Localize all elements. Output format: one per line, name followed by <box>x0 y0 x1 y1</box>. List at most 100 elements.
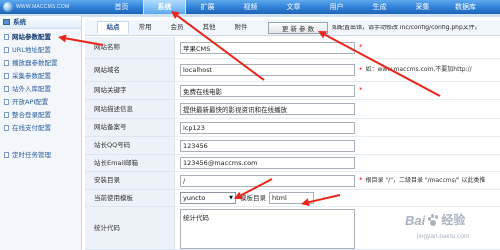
form-row-site-name: 网站名称 * <box>85 37 500 59</box>
field-hint: 如：www.maccms.com,不要加http:// <box>365 66 472 73</box>
tab-article[interactable]: 文章 <box>272 0 315 14</box>
required-mark: * <box>359 176 363 184</box>
tab-generate[interactable]: 生成 <box>358 0 401 14</box>
baidu-paw-icon <box>427 214 439 226</box>
logo-text: WWW.MACCMS.COM <box>16 3 70 10</box>
site-name-input[interactable] <box>180 41 355 54</box>
paw-pad <box>430 220 437 226</box>
sidebar-item-login-integration[interactable]: 整合登录配置 <box>0 109 81 121</box>
sidebar-item-label: 采集参数配置 <box>12 71 51 80</box>
watermark-brand: Bai 经验 <box>405 212 465 228</box>
site-description-input[interactable] <box>180 103 355 115</box>
sidebar-item-open-api[interactable]: 开放API配置 <box>0 96 81 108</box>
subtab-attachment[interactable]: 附件 <box>225 21 257 34</box>
form-row-site-description: 网站描述信息 <box>85 100 500 119</box>
field-label: 网站描述信息 <box>85 100 175 119</box>
baidu-jingyan-watermark: Bai 经验 jingyan.baidu.com <box>405 212 495 248</box>
field-hint: 根目录 "/"，二级目录 "/maccms/" 以此类推 <box>365 176 486 184</box>
sidebar-item-label: 整合登录配置 <box>12 110 51 119</box>
field-label: 统计代码 <box>85 207 175 250</box>
sidebar-item-label: 在线支付配置 <box>12 123 51 132</box>
config-error-hint: 如配置出错，请手动修改 inc/config/config.php文件。 <box>332 24 481 31</box>
template-select[interactable]: yuncto ▼ <box>180 192 236 204</box>
logo[interactable]: WWW.MACCMS.COM <box>3 1 95 13</box>
subtab-member[interactable]: 会员 <box>161 21 193 34</box>
update-params-button[interactable]: 更 新 参 数 <box>268 21 328 34</box>
site-keywords-input[interactable] <box>180 84 355 97</box>
page-icon <box>4 60 9 66</box>
page-icon <box>4 47 9 53</box>
form-row-icp-number: 网站备案号 <box>85 119 500 137</box>
field-value-cell <box>175 155 500 172</box>
sidebar-header[interactable]: 系统 <box>0 16 81 29</box>
form-row-template: 当前使用模板 yuncto ▼ 模板目录 <box>85 190 500 207</box>
paw-toe <box>431 214 435 218</box>
field-value-cell <box>175 119 500 137</box>
field-value-cell <box>175 137 500 155</box>
subtab-common[interactable]: 常用 <box>129 21 161 34</box>
sidebar-item-external-import[interactable]: 站外入库配置 <box>0 83 81 95</box>
sidebar-item-label: 站外入库配置 <box>12 84 51 93</box>
site-domain-input[interactable] <box>180 64 355 76</box>
sidebar-item-site-params[interactable]: 网站参数配置 <box>0 31 81 43</box>
tab-database[interactable]: 数据库 <box>444 0 487 14</box>
chevron-down-icon: ▼ <box>229 194 233 201</box>
form-row-install-dir: 安装目录 * 根目录 "/"，二级目录 "/maccms/" 以此类推 <box>85 172 500 190</box>
paw-toe <box>435 215 439 219</box>
stats-code-textarea[interactable]: 统计代码 <box>180 209 355 249</box>
sidebar-item-label: 开放API配置 <box>12 97 49 106</box>
form-row-admin-qq: 站长QQ号码 <box>85 137 500 155</box>
page-icon <box>4 125 9 131</box>
field-label: 当前使用模板 <box>85 190 175 207</box>
admin-email-input[interactable] <box>180 157 355 169</box>
folder-icon <box>3 19 10 25</box>
subtab-site[interactable]: 站点 <box>97 21 129 34</box>
logo-icon <box>3 2 13 12</box>
watermark-brand-left: Bai <box>405 212 426 228</box>
sidebar-item-label: 网站参数配置 <box>12 32 51 41</box>
required-mark: * <box>359 86 363 94</box>
tab-extensions[interactable]: 扩展 <box>186 0 229 14</box>
tab-home[interactable]: 首页 <box>100 0 143 14</box>
icp-number-input[interactable] <box>180 121 355 134</box>
sidebar-item-url-config[interactable]: URL地址配置 <box>0 44 81 56</box>
form-row-site-keywords: 网站关键字 * <box>85 82 500 100</box>
required-mark: * <box>359 65 363 74</box>
field-label: 安装目录 <box>85 172 175 190</box>
template-dir-label: 模板目录 <box>240 193 266 202</box>
subtab-other[interactable]: 其他 <box>193 21 225 34</box>
sidebar-item-label: 播放器参数配置 <box>12 58 58 67</box>
tab-video[interactable]: 视频 <box>229 0 272 14</box>
watermark-url: jingyan.baidu.com <box>417 233 470 240</box>
tab-user[interactable]: 用户 <box>315 0 358 14</box>
field-label: 网站关键字 <box>85 82 175 100</box>
admin-qq-input[interactable] <box>180 139 355 152</box>
sidebar-item-label: 定时任务管理 <box>12 150 51 159</box>
page-icon <box>4 73 9 79</box>
sidebar-item-collect-config[interactable]: 采集参数配置 <box>0 70 81 82</box>
field-value-cell: * 根目录 "/"，二级目录 "/maccms/" 以此类推 <box>175 172 500 190</box>
sidebar: 系统 网站参数配置 URL地址配置 播放器参数配置 采集参数配置 站外入库配置 … <box>0 16 82 250</box>
sidebar-item-label: URL地址配置 <box>12 45 51 54</box>
sidebar-item-online-payment[interactable]: 在线支付配置 <box>0 122 81 134</box>
field-label: 网站域名 <box>85 59 175 82</box>
watermark-brand-right: 经验 <box>441 213 466 227</box>
field-value-cell: yuncto ▼ 模板目录 <box>175 190 500 207</box>
field-value-cell <box>175 100 500 119</box>
tab-collect[interactable]: 采集 <box>401 0 444 14</box>
form-row-admin-email: 站长Email邮箱 <box>85 155 500 172</box>
sidebar-item-scheduled-tasks[interactable]: 定时任务管理 <box>0 149 81 161</box>
template-dir-input[interactable] <box>269 192 314 204</box>
sidebar-title: 系统 <box>13 17 26 26</box>
page-icon <box>4 99 9 105</box>
field-value-cell: * 如：www.maccms.com,不要加http:// <box>175 59 500 82</box>
form-row-site-domain: 网站域名 * 如：www.maccms.com,不要加http:// <box>85 59 500 82</box>
template-select-value: yuncto <box>183 193 206 202</box>
field-value-cell: * <box>175 37 500 59</box>
install-dir-input[interactable] <box>180 174 355 187</box>
tab-system[interactable]: 系统 <box>143 0 186 14</box>
field-label: 站长QQ号码 <box>85 137 175 155</box>
page-icon <box>4 86 9 92</box>
field-value-cell: * <box>175 82 500 100</box>
sidebar-item-player-config[interactable]: 播放器参数配置 <box>0 57 81 69</box>
